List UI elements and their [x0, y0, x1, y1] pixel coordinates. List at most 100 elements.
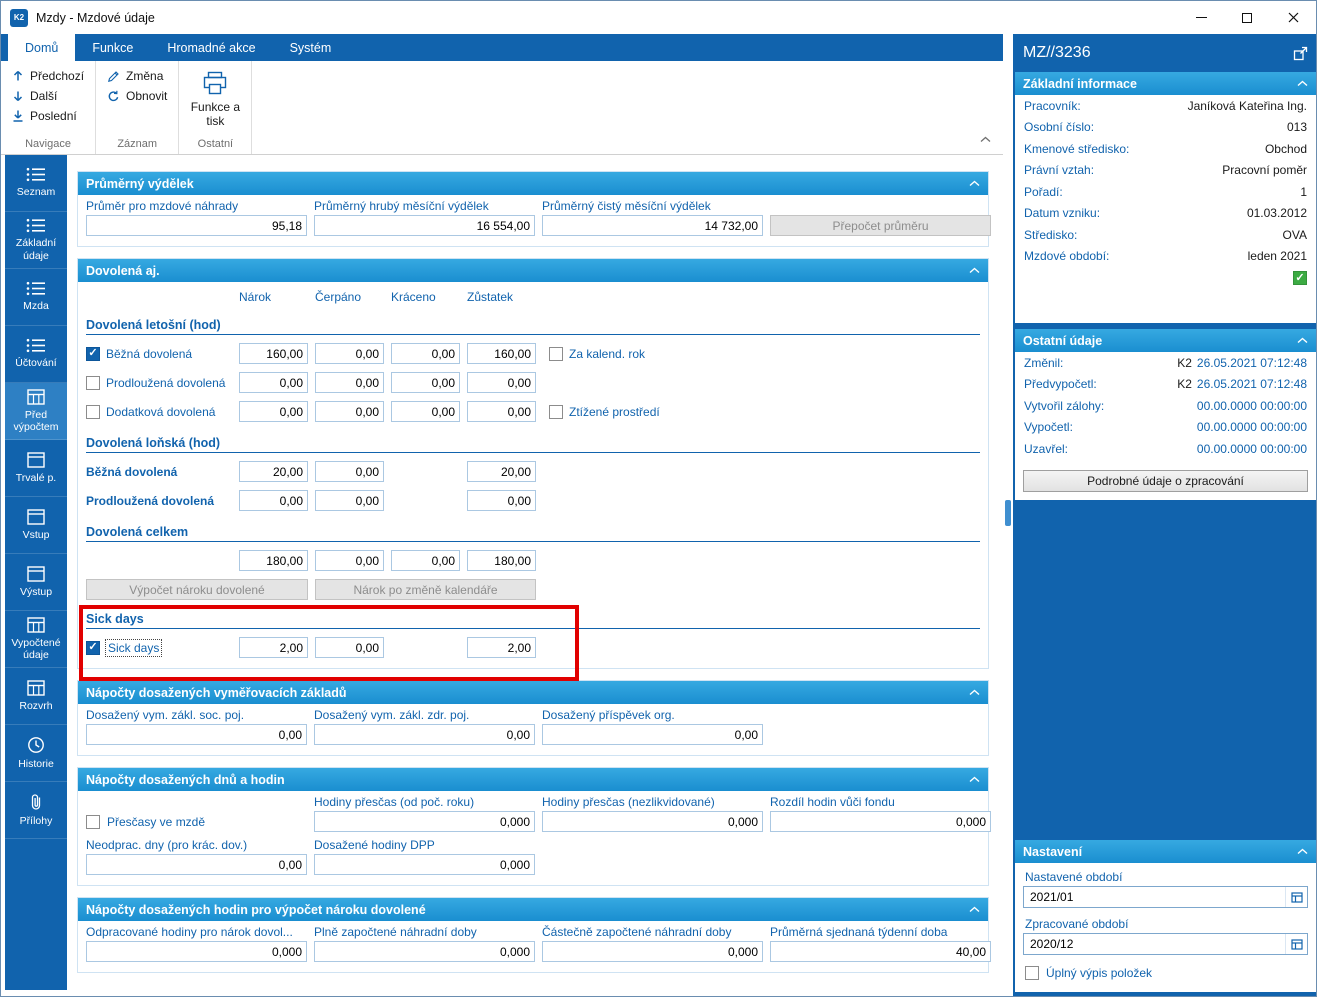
row-label: Sick days — [104, 638, 163, 657]
section-title: Nastavení — [1023, 844, 1083, 859]
cerpano-input[interactable] — [315, 637, 384, 658]
overtime-in-wage-checkbox[interactable] — [86, 815, 100, 829]
collapse-button[interactable] — [969, 776, 980, 783]
collapse-button[interactable] — [969, 689, 980, 696]
change-button[interactable]: Změna — [100, 66, 174, 86]
zustatek-input[interactable] — [467, 343, 536, 364]
panel-splitter[interactable] — [1003, 34, 1013, 996]
ribbon-collapse-button[interactable] — [980, 132, 991, 146]
collapse-button[interactable] — [1297, 80, 1308, 87]
unworked-days-input[interactable] — [86, 854, 307, 875]
section-average-earnings: Průměrný výdělek Průměr pro mzdové náhra… — [77, 171, 991, 247]
dodatkova-dovolena-checkbox[interactable] — [86, 404, 100, 419]
kraceno-input[interactable] — [391, 372, 460, 393]
vacation-buttons-row: Výpočet nároku dovolené Nárok po změně k… — [86, 579, 980, 600]
refresh-button[interactable]: Obnovit — [100, 86, 174, 106]
open-in-window-button[interactable] — [1293, 46, 1308, 61]
previous-record-button[interactable]: Předchozí — [5, 66, 91, 86]
tab-domu[interactable]: Domů — [8, 34, 76, 61]
average-compensation-input[interactable] — [86, 215, 307, 236]
entitlement-after-calendar-change-button[interactable]: Nárok po změně kalendáře — [315, 579, 536, 600]
field-label: Průměrný čistý měsíční výdělek — [542, 199, 711, 213]
cerpano-input[interactable] — [315, 461, 384, 482]
collapse-button[interactable] — [1297, 337, 1308, 344]
zustatek-input[interactable] — [467, 401, 536, 422]
next-record-button[interactable]: Další — [5, 86, 91, 106]
kraceno-input[interactable] — [391, 343, 460, 364]
partially-counted-periods-input[interactable] — [542, 941, 763, 962]
sick-days-checkbox[interactable] — [86, 640, 100, 655]
sidebar-item-mzda[interactable]: Mzda — [5, 269, 67, 326]
sidebar-item-trvale-p[interactable]: Trvalé p. — [5, 440, 67, 497]
average-weekly-hours-input[interactable] — [770, 941, 991, 962]
calc-vacation-entitlement-button[interactable]: Výpočet nároku dovolené — [86, 579, 308, 600]
org-contribution-input[interactable] — [542, 724, 763, 745]
close-button[interactable] — [1270, 1, 1316, 34]
sidebar-item-seznam[interactable]: Seznam — [5, 155, 67, 212]
tab-funkce[interactable]: Funkce — [75, 34, 150, 61]
cerpano-input[interactable] — [315, 490, 384, 511]
zustatek-input[interactable] — [467, 637, 536, 658]
sidebar-item-zakladni-udaje[interactable]: Základní údaje — [5, 212, 67, 269]
tab-hromadne-akce[interactable]: Hromadné akce — [150, 34, 272, 61]
sidebar-item-pred-vypoctem[interactable]: Před výpočtem — [5, 383, 67, 440]
overtime-hours-ytd-input[interactable] — [314, 811, 535, 832]
average-gross-monthly-input[interactable] — [314, 215, 535, 236]
za-kalend-rok-checkbox[interactable] — [549, 346, 563, 361]
sidebar-item-vstup[interactable]: Vstup — [5, 497, 67, 554]
zustatek-input[interactable] — [467, 461, 536, 482]
processed-period-combo[interactable]: 2020/12 — [1023, 933, 1308, 955]
collapse-button[interactable] — [969, 906, 980, 913]
processing-details-button[interactable]: Podrobné údaje o zpracování — [1023, 469, 1308, 492]
narok-input[interactable] — [239, 343, 308, 364]
narok-input[interactable] — [239, 461, 308, 482]
cerpano-input[interactable] — [315, 550, 384, 571]
functions-print-button[interactable]: Funkce a tisk — [183, 66, 247, 129]
window-icon — [27, 509, 45, 525]
set-period-combo[interactable]: 2021/01 — [1023, 886, 1308, 908]
dpp-hours-input[interactable] — [314, 854, 535, 875]
hours-difference-input[interactable] — [770, 811, 991, 832]
sidebar-item-vystup[interactable]: Výstup — [5, 554, 67, 611]
narok-input[interactable] — [239, 490, 308, 511]
period-picker-button[interactable] — [1285, 934, 1307, 954]
recalculate-average-button[interactable]: Přepočet průměru — [770, 215, 991, 236]
health-insurance-base-input[interactable] — [314, 724, 535, 745]
maximize-button[interactable] — [1224, 1, 1270, 34]
collapse-button[interactable] — [1297, 848, 1308, 855]
sidebar-item-uctovani[interactable]: Účtování — [5, 326, 67, 383]
zustatek-input[interactable] — [467, 550, 536, 571]
sidebar-item-prilohy[interactable]: Přílohy — [5, 782, 67, 839]
ztizene-prostredi-checkbox[interactable] — [549, 404, 563, 419]
cerpano-input[interactable] — [315, 343, 384, 364]
social-insurance-base-input[interactable] — [86, 724, 307, 745]
sidebar-item-historie[interactable]: Historie — [5, 725, 67, 782]
narok-input[interactable] — [239, 372, 308, 393]
field-label: Průměrný hrubý měsíční výdělek — [314, 199, 489, 213]
collapse-button[interactable] — [969, 267, 980, 274]
worked-hours-entitlement-input[interactable] — [86, 941, 307, 962]
collapse-button[interactable] — [969, 180, 980, 187]
sidebar-item-rozvrh[interactable]: Rozvrh — [5, 668, 67, 725]
period-picker-button[interactable] — [1285, 887, 1307, 907]
average-net-monthly-input[interactable] — [542, 215, 763, 236]
cerpano-input[interactable] — [315, 401, 384, 422]
last-record-button[interactable]: Poslední — [5, 106, 91, 126]
narok-input[interactable] — [239, 401, 308, 422]
full-list-checkbox[interactable] — [1025, 966, 1039, 980]
zustatek-input[interactable] — [467, 490, 536, 511]
cerpano-input[interactable] — [315, 372, 384, 393]
period-status-checkbox[interactable] — [1293, 271, 1307, 285]
narok-input[interactable] — [239, 637, 308, 658]
kraceno-input[interactable] — [391, 401, 460, 422]
minimize-button[interactable] — [1178, 1, 1224, 34]
zustatek-input[interactable] — [467, 372, 536, 393]
prodlouzena-dovolena-checkbox[interactable] — [86, 375, 100, 390]
bezna-dovolena-checkbox[interactable] — [86, 346, 100, 361]
narok-input[interactable] — [239, 550, 308, 571]
tab-system[interactable]: Systém — [273, 34, 349, 61]
kraceno-input[interactable] — [391, 550, 460, 571]
sidebar-item-vypoctene-udaje[interactable]: Vypočtené údaje — [5, 611, 67, 668]
fully-counted-periods-input[interactable] — [314, 941, 535, 962]
overtime-hours-unsettled-input[interactable] — [542, 811, 763, 832]
